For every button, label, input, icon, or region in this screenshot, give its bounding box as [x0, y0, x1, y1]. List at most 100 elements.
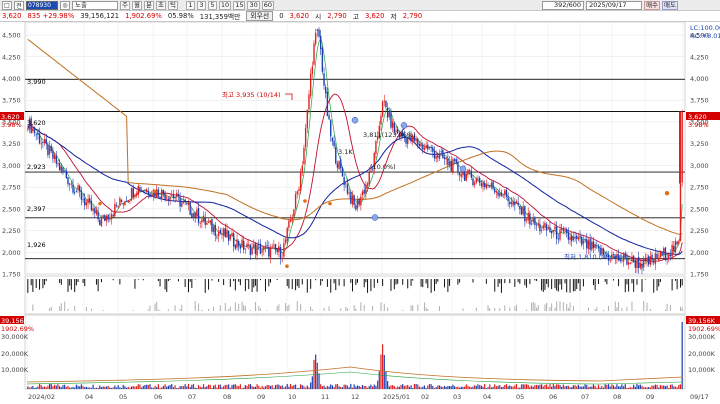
candle-body: [351, 195, 354, 205]
candle-body: [243, 240, 245, 250]
candle-body: [241, 239, 243, 248]
candle-body: [634, 260, 637, 268]
volume-bar: [557, 384, 559, 389]
candle-body: [343, 177, 345, 186]
candle-body: [194, 212, 196, 218]
mid-annotation: 3,811(123.96%): [363, 131, 416, 139]
signal-bar-gray: [554, 307, 556, 311]
volume-bar: [577, 384, 580, 389]
volume-bar: [365, 386, 367, 389]
signal-bar: [100, 279, 102, 283]
signal-bar: [189, 279, 191, 282]
candle-body: [264, 246, 267, 248]
period-month-button[interactable]: 월: [131, 0, 142, 10]
signal-bar: [676, 279, 678, 290]
candle-body: [145, 189, 148, 192]
interval-1-button[interactable]: 1: [185, 0, 195, 10]
interval-60-button[interactable]: 60: [261, 0, 275, 10]
volume-bar: [448, 386, 451, 389]
price-chart[interactable]: 4,5004,2504,0003,7503,5003,2503,0002,750…: [0, 22, 720, 404]
sell-button[interactable]: 매도: [662, 0, 678, 10]
candle-body: [381, 101, 384, 117]
signal-bar: [67, 279, 69, 292]
candle-body: [661, 251, 663, 256]
volume-bar: [348, 387, 350, 389]
volume-bar: [323, 385, 325, 389]
signal-bar-gray: [551, 303, 553, 311]
candle-body: [99, 220, 101, 225]
menu-toggle-icon[interactable]: □: [2, 0, 12, 10]
period-tick-button[interactable]: 틱: [167, 0, 178, 10]
period-minute-button[interactable]: 분: [143, 0, 154, 10]
search-icon[interactable]: ◎: [60, 0, 70, 10]
candle-body: [571, 235, 573, 242]
stock-code-input[interactable]: 078930: [26, 0, 58, 10]
volume-bar: [301, 385, 303, 389]
interval-3-button[interactable]: 3: [196, 0, 206, 10]
candle-body: [114, 203, 116, 217]
preferred-toggle[interactable]: 외우선: [246, 11, 274, 21]
signal-bar-gray: [439, 306, 441, 311]
signal-bar-gray: [383, 303, 385, 311]
volume-bar: [360, 386, 362, 389]
period-second-button[interactable]: 초: [155, 0, 166, 10]
signal-bar: [499, 279, 501, 284]
candle-body: [520, 207, 523, 215]
all-toggle-button[interactable]: 전: [14, 0, 24, 10]
y-tick-left: 4,250: [2, 53, 21, 61]
candle-body: [38, 133, 41, 144]
candle-body: [293, 209, 295, 217]
interval-30-button[interactable]: 30: [247, 0, 260, 10]
volume-bar: [119, 387, 121, 389]
candle-body: [647, 256, 650, 265]
volume-bar: [607, 384, 610, 389]
volume-bar: [574, 385, 576, 389]
candle-body: [443, 157, 446, 159]
candle-body: [631, 256, 633, 262]
buy-button[interactable]: 매수: [644, 0, 661, 10]
signal-bar: [254, 279, 256, 286]
candle-body: [463, 171, 466, 181]
data-count-field[interactable]: 392/600: [542, 0, 585, 10]
signal-bar-gray: [305, 310, 307, 311]
signal-bar: [644, 279, 646, 280]
signal-bar-gray: [288, 304, 290, 311]
volume-bar: [300, 384, 302, 389]
candle-body: [331, 137, 334, 142]
signal-bar: [681, 279, 683, 286]
x-axis-label: 05: [119, 393, 127, 401]
signal-bar-gray: [234, 302, 236, 311]
candle-body: [435, 156, 437, 159]
signal-bar-gray: [475, 307, 477, 311]
interval-5-button[interactable]: 5: [207, 0, 217, 10]
candle-body: [514, 201, 516, 205]
volume-bar: [430, 384, 432, 389]
volume-bar: [234, 384, 236, 389]
period-week-button[interactable]: 주: [120, 0, 130, 10]
interval-15-button[interactable]: 15: [233, 0, 246, 10]
signal-bar-gray: [243, 304, 245, 311]
volume-bar: [556, 384, 558, 389]
interval-10-button[interactable]: 10: [218, 0, 232, 10]
volume-bar: [216, 387, 218, 389]
volume-bar: [294, 384, 297, 389]
volume-bar: [653, 385, 655, 389]
candle-body: [380, 116, 382, 125]
candle-body: [246, 243, 248, 248]
x-axis-label: 07: [581, 393, 589, 401]
candle-body: [40, 143, 42, 145]
signal-bar: [338, 279, 340, 286]
volume-bar: [589, 386, 591, 389]
candle-body: [641, 263, 643, 269]
signal-dot: [328, 201, 332, 206]
volume-bar: [65, 386, 67, 389]
candle-body: [457, 161, 459, 172]
candle-body: [582, 240, 585, 244]
date-field[interactable]: 2025/09/17: [586, 0, 643, 10]
candle-body: [524, 206, 526, 222]
volume-bar: [159, 387, 161, 389]
signal-bar-gray: [50, 306, 52, 311]
volume-bar: [614, 386, 616, 389]
signal-bar: [357, 279, 359, 283]
item-name-field[interactable]: 노출: [72, 0, 118, 10]
